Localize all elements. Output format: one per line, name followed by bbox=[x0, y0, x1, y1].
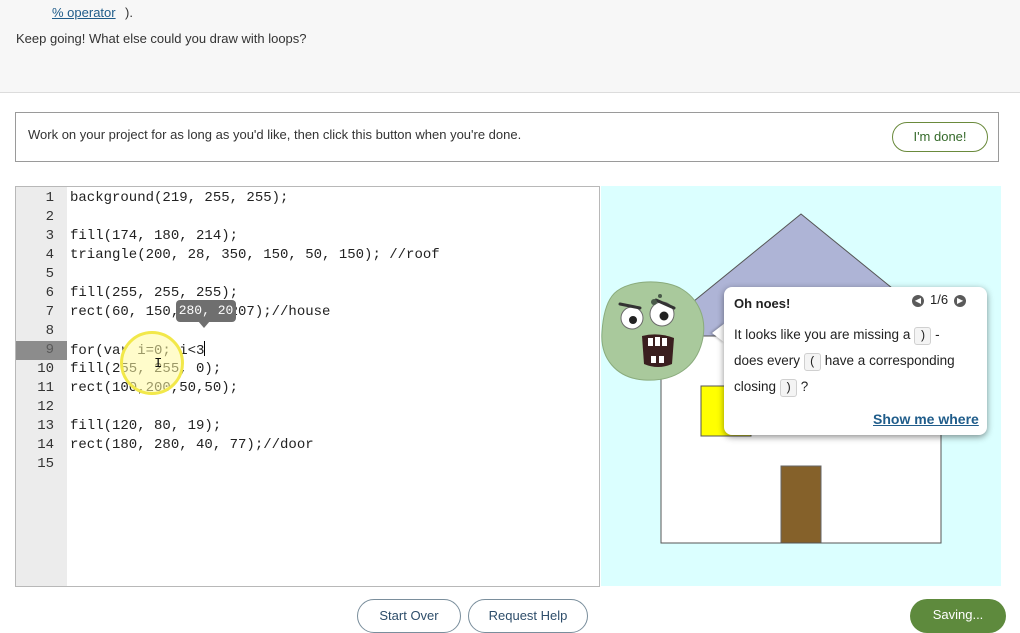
line-number: 15 bbox=[37, 456, 54, 472]
project-instructions: Work on your project for as long as you'… bbox=[28, 127, 522, 142]
message-text: closing bbox=[734, 379, 777, 394]
code-line[interactable]: 12 bbox=[16, 398, 599, 417]
code-line[interactable]: 5 bbox=[16, 265, 599, 284]
code-line[interactable]: 9for(var i=0; i<3 bbox=[16, 341, 599, 360]
done-button[interactable]: I'm done! bbox=[892, 122, 988, 152]
line-number: 5 bbox=[45, 266, 54, 282]
number-scrubber-tooltip[interactable]: 280, 20 bbox=[176, 300, 236, 322]
code-line[interactable]: 11rect(100,200,50,50); bbox=[16, 379, 599, 398]
code-line[interactable]: 3 fill(174, 180, 214); bbox=[16, 227, 599, 246]
code-line[interactable]: 14 rect(180, 280, 40, 77);//door bbox=[16, 436, 599, 455]
line-number: 3 bbox=[45, 228, 54, 244]
text-caret bbox=[204, 341, 206, 356]
code-line[interactable]: 10fill(255, 255, 0); bbox=[16, 360, 599, 379]
code-line[interactable]: 15 bbox=[16, 455, 599, 474]
popup-message-line-3: closing ) ? bbox=[734, 379, 808, 397]
project-bar: Work on your project for as long as you'… bbox=[15, 112, 999, 162]
percent-operator-link[interactable]: % operator bbox=[52, 5, 116, 20]
message-text: It looks like you are missing a bbox=[734, 327, 911, 342]
code-text: background(219, 255, 255); bbox=[70, 190, 289, 206]
tooltip-arrow bbox=[198, 321, 210, 328]
line-number: 2 bbox=[45, 209, 54, 225]
line-number: 7 bbox=[45, 304, 54, 320]
line-number: 12 bbox=[37, 399, 54, 415]
show-me-where-link[interactable]: Show me where bbox=[873, 411, 979, 427]
popup-message-line-1: It looks like you are missing a ) - bbox=[734, 327, 940, 345]
line-number: 10 bbox=[37, 361, 54, 377]
line-number: 14 bbox=[37, 437, 54, 453]
popup-title: Oh noes! bbox=[734, 296, 791, 311]
code-text: fill(174, 180, 214); bbox=[70, 228, 239, 244]
code-text: fill(120, 80, 19); bbox=[70, 418, 222, 434]
code-chip: ( bbox=[803, 353, 822, 371]
line-number: 11 bbox=[37, 380, 54, 396]
error-buddy-icon bbox=[601, 281, 705, 381]
line-number: 9 bbox=[16, 341, 67, 360]
line-number: 8 bbox=[45, 323, 54, 339]
popup-pager: ◀ 1/6 ▶ bbox=[912, 292, 967, 310]
code-chip: ) bbox=[779, 379, 797, 397]
code-line[interactable]: 13 fill(120, 80, 19); bbox=[16, 417, 599, 436]
start-over-button[interactable]: Start Over bbox=[357, 599, 461, 633]
code-line[interactable]: 6 fill(255, 255, 255); bbox=[16, 284, 599, 303]
message-text: have a corresponding bbox=[824, 353, 955, 368]
code-editor[interactable]: 1 background(219, 255, 255); 2 3 fill(174, 1… bbox=[15, 186, 600, 587]
code-line[interactable]: 7rect(60, 150, 280, 207);//house bbox=[16, 303, 599, 322]
saving-button[interactable]: Saving... bbox=[910, 599, 1006, 633]
code-line[interactable]: 2 bbox=[16, 208, 599, 227]
message-text: does every bbox=[734, 353, 801, 368]
error-popup: Oh noes! ◀ 1/6 ▶ It looks like you are mis… bbox=[724, 287, 987, 435]
popup-message-line-2: does every ( have a corresponding bbox=[734, 353, 955, 371]
code-line[interactable]: 4 triangle(200, 28, 350, 150, 50, 150); /… bbox=[16, 246, 599, 265]
line-number: 4 bbox=[45, 247, 54, 263]
message-text: ? bbox=[800, 379, 809, 394]
message-text: - bbox=[935, 327, 940, 342]
line-number: 1 bbox=[45, 190, 54, 206]
code-chip: ) bbox=[914, 327, 932, 345]
code-line[interactable]: 1 background(219, 255, 255); bbox=[16, 189, 599, 208]
code-text: triangle(200, 28, 350, 150, 50, 150); //… bbox=[70, 247, 440, 263]
code-line[interactable]: 8 bbox=[16, 322, 599, 341]
instructions-panel: % operator ). Keep going! What else coul… bbox=[0, 0, 1020, 93]
code-text: rect(180, 280, 40, 77);//door bbox=[70, 437, 314, 453]
keep-going-text: Keep going! What else could you draw wit… bbox=[16, 31, 307, 46]
next-arrow-icon[interactable]: ▶ bbox=[954, 295, 967, 307]
door-shape bbox=[780, 465, 822, 544]
text-cursor-icon: I bbox=[154, 356, 163, 372]
cursor-highlight bbox=[120, 331, 184, 395]
instructions-tail: ). bbox=[125, 5, 133, 20]
request-help-button[interactable]: Request Help bbox=[468, 599, 588, 633]
pager-count: 1/6 bbox=[930, 292, 949, 307]
line-number: 13 bbox=[37, 418, 54, 434]
line-number: 6 bbox=[45, 285, 54, 301]
previous-arrow-icon[interactable]: ◀ bbox=[912, 295, 924, 307]
